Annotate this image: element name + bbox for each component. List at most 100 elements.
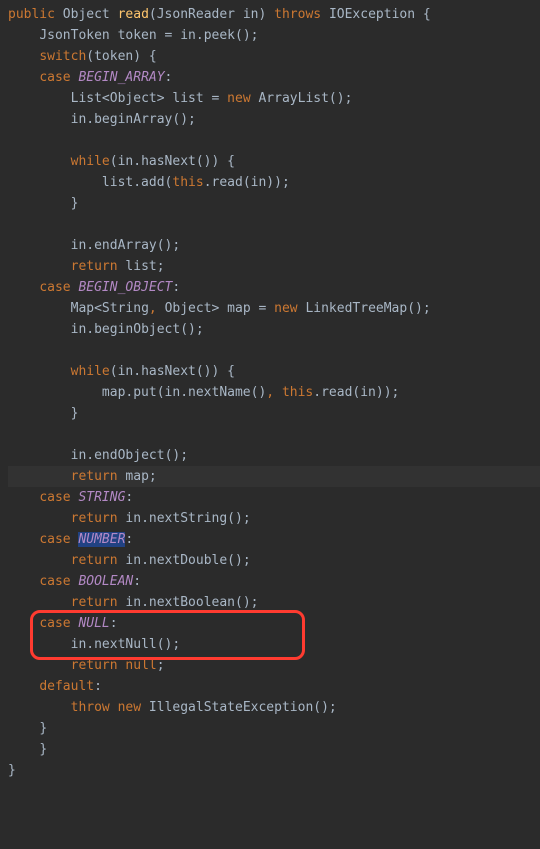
brace-open: {	[415, 7, 431, 22]
keyword-return: return	[71, 595, 126, 610]
semicolon: ;	[157, 658, 165, 673]
equals: =	[258, 301, 274, 316]
const-string: STRING	[78, 490, 125, 505]
semicolon: ();	[172, 112, 195, 127]
call-listadd: list.add(	[102, 175, 172, 190]
const-begin-object: BEGIN_OBJECT	[78, 280, 172, 295]
call-beginarray: beginArray	[94, 112, 172, 127]
dot: .	[86, 637, 94, 652]
keyword-return-null: return null	[71, 658, 157, 673]
call-endarray: endArray	[94, 238, 157, 253]
call-nextnull: nextNull	[94, 637, 157, 652]
paren-close: )	[259, 7, 267, 22]
colon: :	[165, 70, 173, 85]
comma: ,	[266, 385, 282, 400]
colon: :	[133, 574, 141, 589]
var-in: in	[71, 637, 87, 652]
const-boolean: BOOLEAN	[78, 574, 133, 589]
while-cond: (in.hasNext()) {	[110, 154, 235, 169]
dot: .	[86, 448, 94, 463]
keyword-return: return	[71, 511, 126, 526]
brace-close: }	[71, 196, 79, 211]
ret-nextdouble: in.nextDouble();	[125, 553, 250, 568]
keyword-while: while	[71, 364, 110, 379]
brace-close: }	[39, 721, 47, 736]
paren-open: (	[149, 7, 157, 22]
decl: JsonToken token	[39, 28, 164, 43]
call-beginobject: beginObject	[94, 322, 180, 337]
code-block[interactable]: public Object read(JsonReader in) throws…	[0, 0, 540, 781]
keyword-throws: throws	[274, 7, 321, 22]
keyword-case: case	[39, 574, 78, 589]
colon: :	[94, 679, 102, 694]
semicolon: ();	[165, 448, 188, 463]
keyword-case: case	[39, 532, 78, 547]
comma: ,	[149, 301, 165, 316]
const-number-selected: NUMBER	[78, 532, 125, 547]
method-name: read	[118, 7, 149, 22]
dot: .	[86, 322, 94, 337]
call-mapput: map.put(in.nextName()	[102, 385, 266, 400]
brace-close: }	[39, 742, 47, 757]
editor-viewport: public Object read(JsonReader in) throws…	[0, 0, 540, 849]
equals: =	[165, 28, 181, 43]
keyword-new: new	[274, 301, 305, 316]
current-line-highlight: return map;	[8, 466, 540, 487]
keyword-throw-new: throw new	[71, 700, 149, 715]
ctor-arraylist: ArrayList();	[258, 91, 352, 106]
var-in: in	[71, 238, 87, 253]
decl-map-a: Map<String	[71, 301, 149, 316]
const-begin-array: BEGIN_ARRAY	[78, 70, 164, 85]
ret-nextboolean: in.nextBoolean();	[125, 595, 258, 610]
decl-map-b: Object> map	[165, 301, 259, 316]
semicolon: ();	[180, 322, 203, 337]
equals: =	[212, 91, 228, 106]
brace-close: }	[71, 406, 79, 421]
keyword-case: case	[39, 70, 78, 85]
colon: :	[125, 532, 133, 547]
ctor-linkedtreemap: LinkedTreeMap();	[305, 301, 430, 316]
keyword-return: return	[71, 553, 126, 568]
keyword-new: new	[227, 91, 258, 106]
keyword-this: this	[172, 175, 203, 190]
call-endobject: endObject	[94, 448, 164, 463]
colon: :	[172, 280, 180, 295]
keyword-public: public	[8, 7, 55, 22]
var-in: in	[71, 448, 87, 463]
ret-map: map;	[125, 469, 156, 484]
switch-cond: (token) {	[86, 49, 156, 64]
keyword-case: case	[39, 490, 78, 505]
call-read: .read(in));	[204, 175, 290, 190]
const-null: NULL	[78, 616, 109, 631]
call-peek: peek	[204, 28, 235, 43]
brace-close: }	[8, 763, 16, 778]
keyword-case: case	[39, 616, 78, 631]
colon: :	[110, 616, 118, 631]
dot: .	[86, 238, 94, 253]
ret-list: list;	[125, 259, 164, 274]
keyword-default: default	[39, 679, 94, 694]
keyword-switch: switch	[39, 49, 86, 64]
dot: .	[86, 112, 94, 127]
keyword-this: this	[282, 385, 313, 400]
var-in: in	[71, 322, 87, 337]
colon: :	[125, 490, 133, 505]
semicolon: ();	[157, 637, 180, 652]
var-in: in	[71, 112, 87, 127]
param-name: in	[243, 7, 259, 22]
ctor-illegalstate: IllegalStateException();	[149, 700, 337, 715]
while-cond: (in.hasNext()) {	[110, 364, 235, 379]
semicolon: ();	[157, 238, 180, 253]
decl-list: List<Object> list	[71, 91, 212, 106]
call-read: .read(in));	[313, 385, 399, 400]
var-in: in	[180, 28, 196, 43]
semicolon: ();	[235, 28, 258, 43]
ret-nextstring: in.nextString();	[125, 511, 250, 526]
keyword-return: return	[71, 259, 126, 274]
keyword-while: while	[71, 154, 110, 169]
return-type: Object	[63, 7, 110, 22]
exception-type: IOException	[329, 7, 415, 22]
dot: .	[196, 28, 204, 43]
keyword-case: case	[39, 280, 78, 295]
keyword-return: return	[71, 469, 126, 484]
